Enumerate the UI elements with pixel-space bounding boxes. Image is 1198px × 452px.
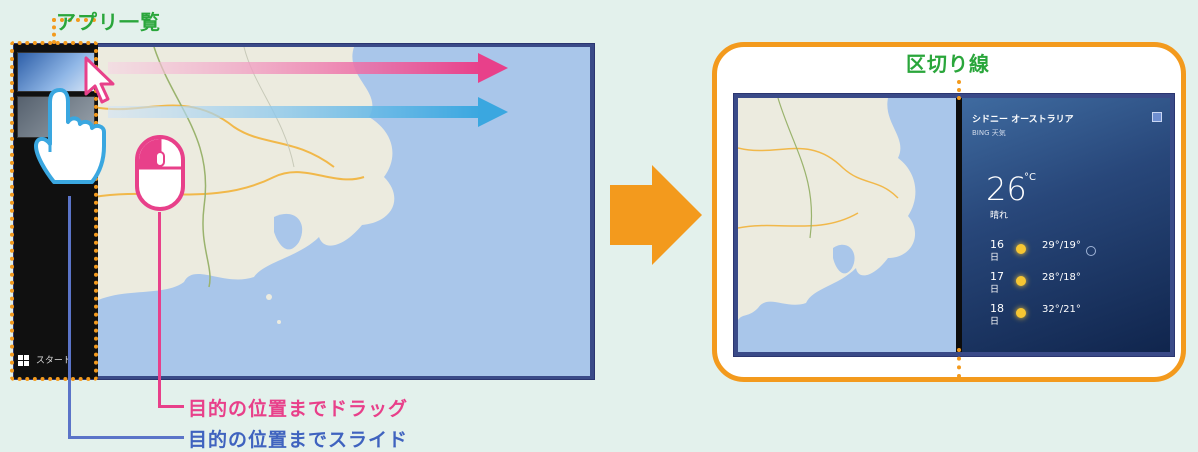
drag-arrows	[108, 53, 508, 127]
sun-icon	[1016, 244, 1026, 254]
weather-condition: 晴れ	[990, 211, 1009, 221]
divider-callout: 区切り線	[906, 52, 990, 76]
app-list-callout: アプリ一覧	[56, 10, 161, 34]
current-temperature: 26	[986, 170, 1027, 208]
drag-leader-h	[158, 405, 184, 408]
forecast-weekday: 日	[990, 317, 1000, 327]
divider-leader-bottom	[957, 348, 961, 378]
forecast-temps: 32°/21°	[1042, 304, 1081, 315]
touch-hand-icon	[34, 88, 106, 184]
forecast-weekday: 日	[990, 253, 1000, 263]
slide-callout: 目的の位置までスライド	[188, 429, 409, 451]
forecast-row: 16 日 29°/19°	[990, 238, 1150, 266]
forecast-temps: 28°/18°	[1042, 272, 1081, 283]
right-arrow-icon	[108, 97, 508, 127]
divider-leader-top	[957, 80, 961, 100]
drag-callout: 目的の位置までドラッグ	[188, 398, 409, 420]
temperature-unit: °C	[1024, 172, 1036, 183]
sun-icon	[1016, 276, 1026, 286]
expand-icon[interactable]	[1086, 246, 1096, 256]
mouse-icon	[135, 135, 185, 211]
right-arrow-icon	[610, 165, 702, 265]
forecast-weekday: 日	[990, 285, 1000, 295]
forecast-row: 18 日 32°/21°	[990, 302, 1150, 330]
drag-leader-v	[158, 212, 161, 408]
forecast-temps: 29°/19°	[1042, 240, 1081, 251]
slide-leader-h	[68, 436, 184, 439]
weather-app[interactable]: シドニー オーストラリア BING 天気 26 °C 晴れ 16 日 29°/1…	[962, 98, 1170, 352]
weather-source: BING 天気	[972, 129, 1006, 137]
split-divider[interactable]	[956, 98, 962, 352]
sun-icon	[1016, 308, 1026, 318]
weather-location: シドニー オーストラリア	[972, 115, 1074, 125]
pin-icon[interactable]	[1152, 112, 1162, 122]
slide-leader-v	[68, 196, 71, 439]
right-arrow-icon	[108, 53, 508, 83]
forecast-row: 17 日 28°/18°	[990, 270, 1150, 298]
map-app-right[interactable]	[738, 98, 956, 352]
